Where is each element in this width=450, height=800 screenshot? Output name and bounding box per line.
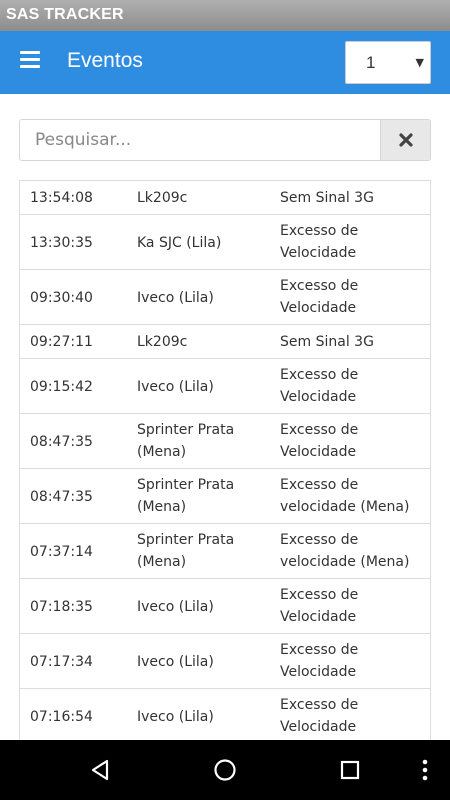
table-row[interactable]: 13:30:35 Ka SJC (Lila) Excesso de Velocida…: [19, 215, 431, 270]
event-type: Excesso de Velocidade: [280, 367, 359, 405]
event-type: Excesso de Velocidade: [280, 223, 359, 261]
event-type: Sem Sinal 3G: [280, 190, 374, 206]
event-time: 07:37:14: [30, 544, 93, 560]
event-vehicle: Lk209c: [137, 190, 188, 206]
search-input[interactable]: [20, 120, 381, 160]
event-vehicle: Iveco (Lila): [137, 290, 214, 306]
event-vehicle: Lk209c: [137, 334, 188, 350]
event-type: Sem Sinal 3G: [280, 334, 374, 350]
event-type: Excesso de Velocidade: [280, 278, 359, 316]
table-row[interactable]: 09:15:42 Iveco (Lila) Excesso de Velocidad…: [19, 359, 431, 414]
event-time: 07:16:54: [30, 709, 93, 725]
table-row[interactable]: 07:37:14 Sprinter Prata (Mena) Excesso de …: [19, 524, 431, 579]
event-time: 07:18:35: [30, 599, 93, 615]
clear-search-button[interactable]: [380, 120, 430, 160]
event-vehicle: Sprinter Prata (Mena): [137, 422, 235, 460]
page-title: Eventos: [67, 49, 143, 72]
recents-icon[interactable]: [335, 755, 365, 785]
page-select-value: 1: [366, 53, 376, 72]
event-vehicle: Ka SJC (Lila): [137, 235, 222, 251]
menu-icon[interactable]: [20, 51, 40, 69]
table-row[interactable]: 07:16:54 Iveco (Lila) Excesso de Velocidad…: [19, 689, 431, 744]
search-bar: [19, 119, 431, 161]
table-row[interactable]: 08:47:35 Sprinter Prata (Mena) Excesso de …: [19, 414, 431, 469]
table-row[interactable]: 09:27:11 Lk209c Sem Sinal 3G: [19, 325, 431, 359]
event-time: 09:27:11: [30, 334, 93, 350]
event-vehicle: Iveco (Lila): [137, 379, 214, 395]
table-row[interactable]: 09:30:40 Iveco (Lila) Excesso de Velocidad…: [19, 270, 431, 325]
event-vehicle: Iveco (Lila): [137, 599, 214, 615]
event-type: Excesso de velocidade (Mena): [280, 477, 410, 515]
system-nav-bar: [0, 740, 450, 800]
event-time: 13:54:08: [30, 190, 93, 206]
event-type: Excesso de velocidade (Mena): [280, 532, 410, 570]
more-vertical-icon[interactable]: [410, 755, 440, 785]
event-vehicle: Iveco (Lila): [137, 654, 214, 670]
dropdown-arrow-icon: ▼: [415, 56, 424, 69]
table-row[interactable]: 13:54:08 Lk209c Sem Sinal 3G: [19, 181, 431, 215]
event-time: 13:30:35: [30, 235, 93, 251]
event-time: 09:15:42: [30, 379, 93, 395]
event-time: 07:17:34: [30, 654, 93, 670]
event-type: Excesso de Velocidade: [280, 697, 359, 735]
event-vehicle: Iveco (Lila): [137, 709, 214, 725]
table-row[interactable]: 07:17:34 Iveco (Lila) Excesso de Velocidad…: [19, 634, 431, 689]
event-time: 08:47:35: [30, 489, 93, 505]
events-table: 13:54:08 Lk209c Sem Sinal 3G 13:30:35 Ka SJC…: [19, 180, 431, 744]
event-vehicle: Sprinter Prata (Mena): [137, 532, 235, 570]
table-row[interactable]: 08:47:35 Sprinter Prata (Mena) Excesso de …: [19, 469, 431, 524]
app-bar: Eventos 1 ▼: [0, 31, 450, 94]
table-row[interactable]: 07:18:35 Iveco (Lila) Excesso de Velocidad…: [19, 579, 431, 634]
event-time: 08:47:35: [30, 434, 93, 450]
page-select[interactable]: 1 ▼: [345, 41, 431, 84]
event-type: Excesso de Velocidade: [280, 422, 359, 460]
event-type: Excesso de Velocidade: [280, 587, 359, 625]
status-bar: SAS TRACKER: [0, 0, 450, 31]
back-icon[interactable]: [85, 755, 115, 785]
event-type: Excesso de Velocidade: [280, 642, 359, 680]
close-icon: [398, 133, 413, 147]
home-icon[interactable]: [210, 755, 240, 785]
event-vehicle: Sprinter Prata (Mena): [137, 477, 235, 515]
event-time: 09:30:40: [30, 290, 93, 306]
status-bar-title: SAS TRACKER: [6, 6, 124, 23]
